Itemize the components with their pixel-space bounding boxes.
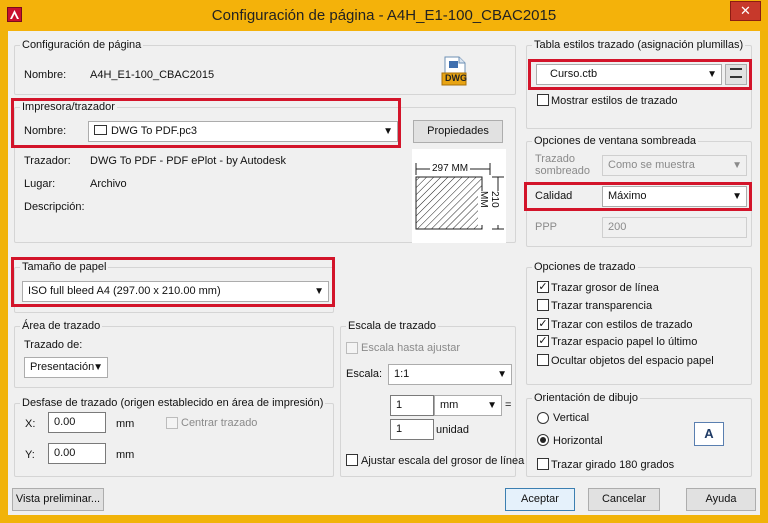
offset-y-label: Y: bbox=[25, 449, 35, 461]
center-plot-checkbox[interactable] bbox=[166, 417, 178, 429]
plot-what-label: Trazado de: bbox=[24, 339, 83, 351]
page-setup-legend: Configuración de página bbox=[20, 39, 144, 51]
plot-scale-legend: Escala de trazado bbox=[346, 320, 439, 332]
landscape-icon: A bbox=[694, 422, 724, 446]
help-button[interactable]: Ayuda bbox=[686, 488, 756, 511]
description-label: Descripción: bbox=[24, 201, 85, 213]
page-setup-name-label: Nombre: bbox=[24, 69, 67, 81]
page-setup-dialog: Configuración de página - A4H_E1-100_CBA… bbox=[0, 0, 768, 523]
fit-to-paper-label: Escala hasta ajustar bbox=[361, 342, 461, 354]
page-setup-name-value: A4H_E1-100_CBAC2015 bbox=[90, 69, 215, 81]
plot-option-label: Ocultar objetos del espacio papel bbox=[551, 355, 714, 367]
scale-value: 1:1 bbox=[394, 368, 410, 380]
landscape-label: Horizontal bbox=[553, 435, 603, 447]
chevron-down-icon: ▼ bbox=[732, 160, 742, 171]
dwg-icon-label: DWG bbox=[445, 73, 467, 83]
shade-plot-select[interactable]: Como se muestra ▼ bbox=[602, 155, 747, 176]
display-plot-styles-checkbox[interactable] bbox=[537, 94, 549, 106]
preview-width-label: 297 MM bbox=[430, 163, 471, 174]
upside-down-label: Trazar girado 180 grados bbox=[551, 459, 675, 471]
plotter-label: Trazador: bbox=[24, 155, 71, 167]
close-button[interactable]: ✕ bbox=[730, 1, 761, 21]
plot-what-value: Presentación bbox=[30, 361, 95, 373]
chevron-down-icon: ▼ bbox=[497, 369, 507, 380]
title-bar[interactable]: Configuración de página - A4H_E1-100_CBA… bbox=[0, 0, 768, 31]
landscape-radio[interactable] bbox=[537, 434, 549, 446]
center-plot-label: Centrar trazado bbox=[181, 417, 258, 429]
dpi-label: PPP bbox=[535, 221, 558, 233]
scale-mm-input[interactable]: 1 bbox=[390, 395, 434, 416]
paper-preview: 297 MM 210 MM bbox=[412, 149, 506, 243]
display-plot-styles-label: Mostrar estilos de trazado bbox=[551, 95, 678, 107]
chevron-down-icon: ▼ bbox=[93, 362, 103, 373]
scale-select[interactable]: 1:1 ▼ bbox=[388, 364, 512, 385]
cancel-button[interactable]: Cancelar bbox=[588, 488, 660, 511]
plot-option-label: Trazar con estilos de trazado bbox=[551, 319, 693, 331]
plot-option-label: Trazar transparencia bbox=[551, 300, 653, 312]
plot-area-legend: Área de trazado bbox=[20, 320, 103, 332]
plot-style-highlight bbox=[528, 59, 752, 90]
plot-offset-legend: Desfase de trazado (origen establecido e… bbox=[20, 397, 326, 409]
plot-transparency-checkbox[interactable] bbox=[537, 299, 549, 311]
plot-paperspace-last-checkbox[interactable]: ✓ bbox=[537, 335, 549, 347]
shade-plot-value: Como se muestra bbox=[608, 159, 695, 171]
scale-lineweights-label: Ajustar escala del grosor de línea bbox=[361, 455, 525, 467]
portrait-label: Vertical bbox=[553, 412, 590, 424]
portrait-radio[interactable] bbox=[537, 412, 549, 424]
quality-highlight bbox=[524, 182, 752, 211]
properties-button[interactable]: Propiedades bbox=[413, 120, 503, 143]
scale-unit-select[interactable]: mm ▼ bbox=[434, 395, 502, 416]
dpi-value: 200 bbox=[608, 221, 627, 233]
radio-selected-dot bbox=[540, 437, 546, 443]
orientation-legend: Orientación de dibujo bbox=[532, 392, 640, 404]
hide-paperspace-objects-checkbox[interactable] bbox=[537, 354, 549, 366]
ok-button[interactable]: Aceptar bbox=[505, 488, 575, 511]
dpi-input[interactable]: 200 bbox=[602, 217, 747, 238]
offset-x-label: X: bbox=[25, 418, 36, 430]
where-label: Lugar: bbox=[24, 178, 56, 190]
plot-lineweights-checkbox[interactable]: ✓ bbox=[537, 281, 549, 293]
chevron-down-icon: ▼ bbox=[487, 400, 497, 411]
plot-with-styles-checkbox[interactable]: ✓ bbox=[537, 318, 549, 330]
offset-y-unit: mm bbox=[116, 449, 135, 461]
dwg-file-icon: DWG bbox=[441, 56, 467, 86]
plot-options-legend: Opciones de trazado bbox=[532, 261, 638, 273]
offset-y-input[interactable]: 0.00 bbox=[48, 443, 106, 464]
offset-x-unit: mm bbox=[116, 418, 135, 430]
where-value: Archivo bbox=[90, 178, 127, 190]
preview-button[interactable]: Vista preliminar... bbox=[12, 488, 104, 511]
plot-option-label: Trazar espacio papel lo último bbox=[551, 336, 698, 348]
shade-plot-label-line1: Trazado bbox=[535, 153, 575, 165]
upside-down-checkbox[interactable] bbox=[537, 458, 549, 470]
shade-plot-label: Trazado sombreado bbox=[535, 153, 590, 177]
shaded-viewport-legend: Opciones de ventana sombreada bbox=[532, 135, 699, 147]
scale-unit-value: mm bbox=[440, 399, 459, 411]
plot-style-table-legend: Tabla estilos trazado (asignación plumil… bbox=[532, 39, 746, 51]
dialog-body: Configuración de página Nombre: A4H_E1-1… bbox=[8, 31, 760, 515]
shade-plot-label-line2: sombreado bbox=[535, 165, 591, 177]
plot-what-select[interactable]: Presentación ▼ bbox=[24, 357, 108, 378]
plotter-value: DWG To PDF - PDF ePlot - by Autodesk bbox=[90, 155, 287, 167]
equals-sign: = bbox=[505, 399, 512, 411]
paper-size-highlight bbox=[11, 257, 335, 307]
plot-option-label: Trazar grosor de línea bbox=[551, 282, 659, 294]
fit-to-paper-checkbox[interactable] bbox=[346, 342, 358, 354]
preview-height-label: 210 MM bbox=[478, 191, 500, 225]
offset-x-input[interactable]: 0.00 bbox=[48, 412, 106, 433]
window-title: Configuración de página - A4H_E1-100_CBA… bbox=[211, 7, 557, 24]
scale-label: Escala: bbox=[346, 368, 383, 380]
scale-unit-label: unidad bbox=[436, 424, 470, 436]
scale-unit-input[interactable]: 1 bbox=[390, 419, 434, 440]
printer-highlight bbox=[11, 98, 401, 148]
scale-lineweights-checkbox[interactable] bbox=[346, 454, 358, 466]
